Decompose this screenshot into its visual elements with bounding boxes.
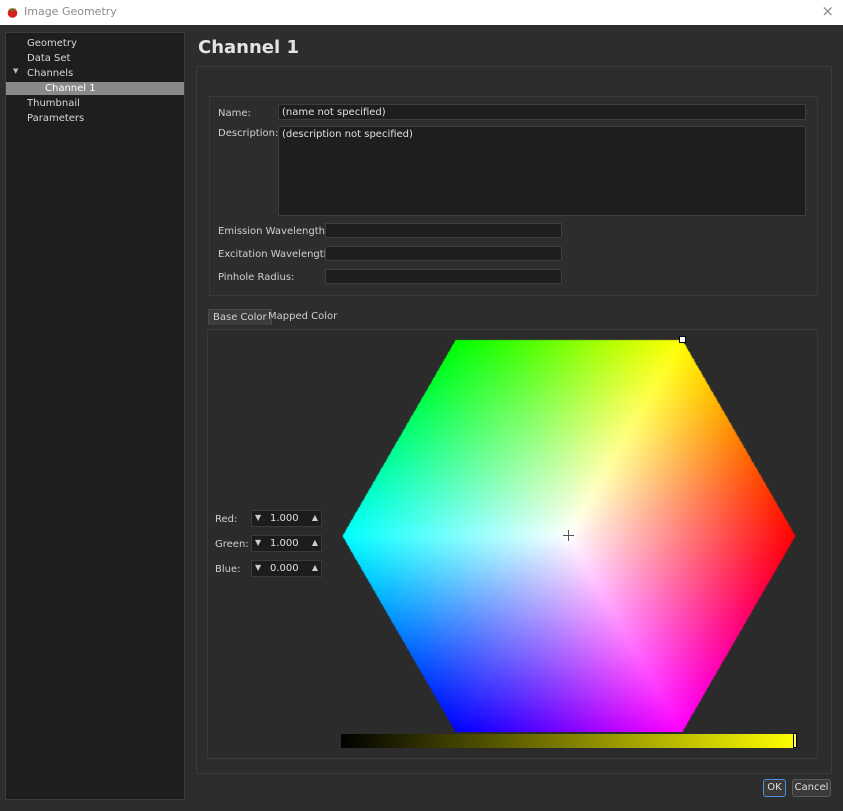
sidebar-tree: Geometry Data Set ▼ Channels Channel 1 T… [5,32,185,800]
hexagon-selection-handle[interactable] [679,336,686,343]
emission-wavelength-label: Emission Wavelength: [218,226,329,237]
red-value: 1.000 [270,513,299,524]
ok-button[interactable]: OK [763,779,786,797]
name-label: Name: [218,108,251,119]
increment-icon[interactable]: ▲ [312,513,318,522]
crosshair-icon [563,530,574,541]
cancel-button[interactable]: Cancel [792,779,831,797]
increment-icon[interactable]: ▲ [312,538,318,547]
sidebar-item-parameters[interactable]: Parameters [27,112,84,125]
description-label: Description: [218,128,279,139]
title-bar: Image Geometry × [0,0,843,25]
close-icon[interactable]: × [821,2,834,20]
excitation-wavelength-field[interactable] [325,246,562,261]
sidebar-item-channels[interactable]: Channels [27,67,73,80]
tab-mapped-color[interactable]: Mapped Color [264,309,341,324]
gradient-slider-handle[interactable] [793,733,797,748]
decrement-icon[interactable]: ▼ [255,513,261,522]
sidebar-item-data-set[interactable]: Data Set [27,52,70,65]
decrement-icon[interactable]: ▼ [255,538,261,547]
blue-label: Blue: [215,564,241,575]
sidebar-item-thumbnail[interactable]: Thumbnail [27,97,80,110]
page-title: Channel 1 [198,37,299,58]
sidebar-item-channel-1[interactable]: Channel 1 [6,82,184,95]
window-title: Image Geometry [24,5,117,18]
sidebar-item-geometry[interactable]: Geometry [27,37,77,50]
green-value: 1.000 [270,538,299,549]
brightness-gradient-slider[interactable] [341,734,797,748]
blue-value: 0.000 [270,563,299,574]
pinhole-radius-label: Pinhole Radius: [218,272,295,283]
tab-base-color[interactable]: Base Color [208,309,272,325]
tree-expand-arrow-icon[interactable]: ▼ [13,67,18,75]
red-spinbox[interactable]: ▼ 1.000 ▲ [251,510,322,527]
tomato-icon [7,8,18,18]
red-label: Red: [215,514,238,525]
decrement-icon[interactable]: ▼ [255,563,261,572]
excitation-wavelength-label: Excitation Wavelength: [218,249,334,260]
blue-spinbox[interactable]: ▼ 0.000 ▲ [251,560,322,577]
emission-wavelength-field[interactable] [325,223,562,238]
description-field[interactable] [278,126,806,216]
green-spinbox[interactable]: ▼ 1.000 ▲ [251,535,322,552]
green-label: Green: [215,539,249,550]
increment-icon[interactable]: ▲ [312,563,318,572]
pinhole-radius-field[interactable] [325,269,562,284]
name-field[interactable] [278,104,806,120]
